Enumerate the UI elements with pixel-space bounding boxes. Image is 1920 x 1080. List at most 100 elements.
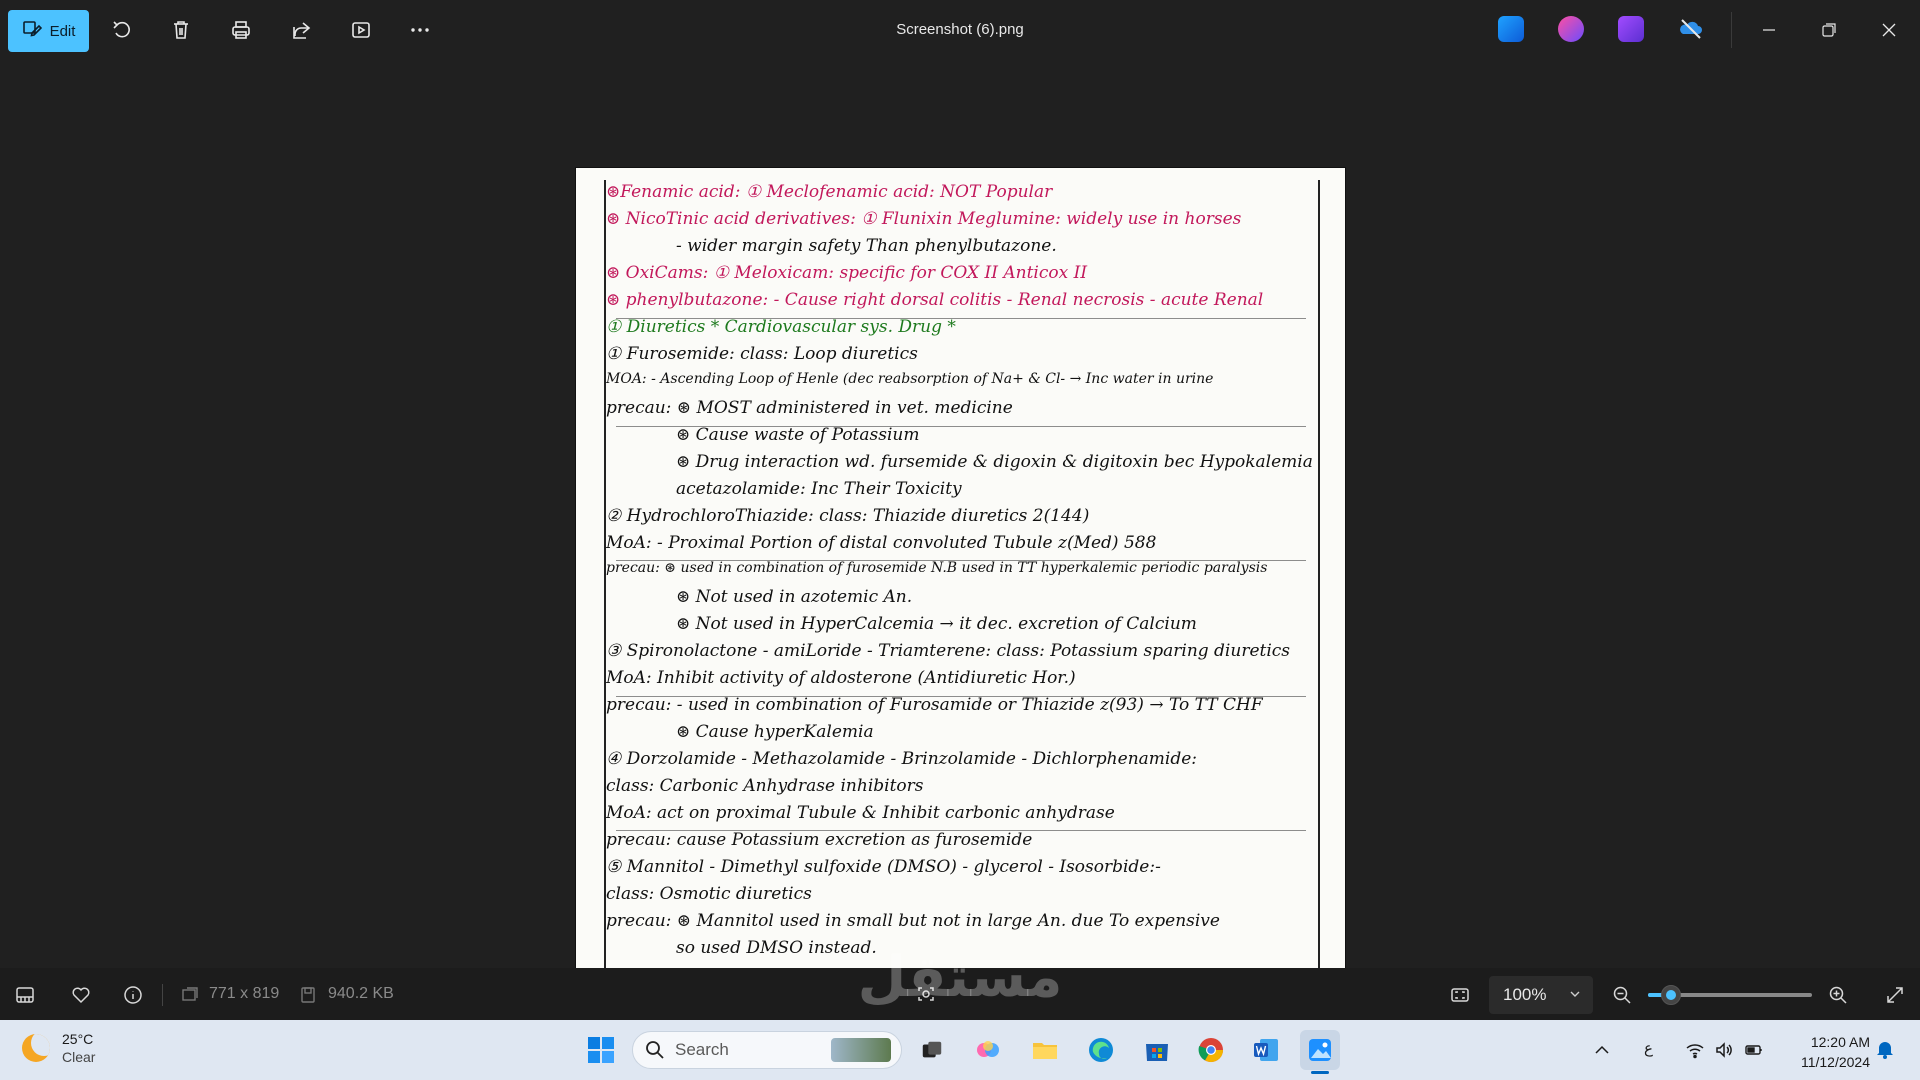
chevron-down-icon (1570, 991, 1580, 997)
document-line: - wider margin safety Than phenylbutazon… (676, 236, 1057, 256)
visual-search-icon[interactable] (914, 982, 938, 1006)
file-size-icon (296, 983, 320, 1007)
info-icon[interactable] (121, 983, 145, 1007)
edit-icon (22, 19, 42, 43)
document-line: ⊛ Drug interaction wd. fursemide & digox… (676, 452, 1313, 472)
system-clock[interactable]: 12:20 AM 11/12/2024 (1788, 1032, 1870, 1072)
info-divider (162, 984, 163, 1006)
slideshow-icon[interactable] (345, 14, 377, 46)
fit-to-window-icon[interactable] (1448, 983, 1472, 1007)
onedrive-off-icon[interactable] (1678, 16, 1704, 42)
app-toolbar: Edit Screenshot (6).png (0, 0, 1920, 60)
weather-desc: Clear (62, 1049, 96, 1065)
notification-bell-icon[interactable] (1874, 1038, 1896, 1060)
document-line: so used DMSO instead. (676, 938, 877, 958)
taskbar (0, 1020, 1920, 1080)
document-line: precau: cause Potassium excretion as fur… (606, 830, 1033, 850)
zoom-slider[interactable] (1648, 985, 1812, 1005)
image-viewport[interactable]: ⊛Fenamic acid: ① Meclofenamic acid: NOT … (0, 60, 1920, 984)
delete-icon[interactable] (165, 14, 197, 46)
section-divider (616, 696, 1306, 697)
image-dimensions: 771 x 819 (209, 985, 280, 1002)
document-line: ④ Dorzolamide - Methazolamide - Brinzola… (606, 749, 1198, 769)
moon-icon (22, 1034, 50, 1062)
battery-icon[interactable] (1744, 1040, 1764, 1064)
photo-editor-icon[interactable] (1498, 16, 1524, 42)
store-icon[interactable] (1137, 1030, 1177, 1070)
clock-date: 11/12/2024 (1800, 1054, 1870, 1070)
document-line: precau: ⊛ Mannitol used in small but not… (606, 911, 1220, 931)
dimensions-icon (178, 983, 202, 1007)
photos-icon[interactable] (1300, 1030, 1340, 1070)
start-button[interactable] (581, 1030, 621, 1070)
favorite-icon[interactable] (69, 983, 93, 1007)
document-line: precau: ⊛ used in combination of furosem… (606, 560, 1268, 576)
active-app-indicator (1311, 1071, 1329, 1074)
document-line: ① Furosemide: class: Loop diuretics (606, 344, 918, 364)
document-line: class: Carbonic Anhydrase inhibitors (606, 776, 924, 796)
section-divider (616, 318, 1306, 319)
search-highlight-image (831, 1038, 891, 1062)
zoom-in-icon[interactable] (1826, 983, 1850, 1007)
document-line: MoA: - Proximal Portion of distal convol… (606, 533, 1157, 553)
share-icon[interactable] (285, 14, 317, 46)
search-icon (646, 1041, 664, 1059)
document-line: ⊛ phenylbutazone: - Cause right dorsal c… (606, 290, 1264, 310)
document-line: class: Osmotic diuretics (606, 884, 812, 904)
section-divider (616, 830, 1306, 831)
fullscreen-icon[interactable] (1883, 983, 1907, 1007)
document-line: ⊛ Not used in HyperCalcemia → it dec. ex… (676, 614, 1197, 634)
zoom-slider-thumb[interactable] (1660, 985, 1681, 1005)
zoom-level-dropdown[interactable]: 100% (1489, 976, 1593, 1014)
document-line: MoA: Inhibit activity of aldosterone (An… (606, 668, 1076, 688)
more-icon[interactable] (404, 14, 436, 46)
file-size: 940.2 KB (328, 985, 394, 1002)
word-icon[interactable] (1246, 1030, 1286, 1070)
document-line: ⊛ Cause hyperKalemia (676, 722, 874, 742)
chrome-icon[interactable] (1191, 1030, 1231, 1070)
document-line: ② HydrochloroThiazide: class: Thiazide d… (606, 506, 1090, 526)
edge-icon[interactable] (1081, 1030, 1121, 1070)
restore-icon[interactable] (1813, 14, 1845, 46)
print-icon[interactable] (225, 14, 257, 46)
copilot-taskbar-icon[interactable] (968, 1030, 1008, 1070)
clock-time: 12:20 AM (1810, 1034, 1870, 1050)
document-line: ③ Spironolactone - amiLoride - Triamtere… (606, 641, 1291, 661)
document-line: ① Diuretics * Cardiovascular sys. Drug * (606, 317, 956, 337)
document-line: ⊛ OxiCams: ① Meloxicam: specific for COX… (606, 263, 1088, 283)
edit-label: Edit (49, 22, 76, 40)
document-line: ⊛ Cause waste of Potassium (676, 425, 920, 445)
wifi-icon[interactable] (1685, 1040, 1705, 1064)
close-icon[interactable] (1873, 14, 1905, 46)
filmstrip-icon[interactable] (13, 983, 37, 1007)
document-line: MOA: - Ascending Loop of Henle (dec reab… (606, 371, 1214, 387)
document-line: ⑤ Mannitol - Dimethyl sulfoxide (DMSO) -… (606, 857, 1161, 877)
input-language[interactable]: ع (1644, 1039, 1653, 1057)
toolbar-divider (1731, 12, 1732, 48)
volume-icon[interactable] (1714, 1040, 1734, 1064)
zoom-level: 100% (1503, 985, 1547, 1004)
file-explorer-icon[interactable] (1025, 1030, 1065, 1070)
section-divider (616, 426, 1306, 427)
document-line: ⊛Fenamic acid: ① Meclofenamic acid: NOT … (606, 182, 1053, 202)
task-view-icon[interactable] (912, 1030, 952, 1070)
show-hidden-icons[interactable] (1592, 1040, 1612, 1064)
zoom-out-icon[interactable] (1610, 983, 1634, 1007)
windows-logo-icon (588, 1037, 614, 1063)
search-placeholder: Search (675, 1040, 729, 1059)
document-image: ⊛Fenamic acid: ① Meclofenamic acid: NOT … (576, 168, 1345, 984)
document-line: MoA: act on proximal Tubule & Inhibit ca… (606, 803, 1115, 823)
minimize-icon[interactable] (1753, 14, 1785, 46)
document-line: precau: ⊛ MOST administered in vet. medi… (606, 398, 1013, 418)
section-divider (616, 560, 1306, 561)
document-line: ⊛ NicoTinic acid derivatives: ① Flunixin… (606, 209, 1242, 229)
clipchamp-icon[interactable] (1618, 16, 1644, 42)
weather-temp: 25°C (62, 1031, 94, 1047)
document-line: ⊛ Not used in azotemic An. (676, 587, 913, 607)
weather-widget[interactable]: 25°C Clear (22, 1030, 95, 1066)
edit-button[interactable]: Edit (8, 10, 89, 52)
taskbar-search[interactable]: Search (632, 1031, 902, 1069)
copilot-icon[interactable] (1558, 16, 1584, 42)
document-line: precau: - used in combination of Furosam… (606, 695, 1263, 715)
rotate-icon[interactable] (106, 14, 138, 46)
